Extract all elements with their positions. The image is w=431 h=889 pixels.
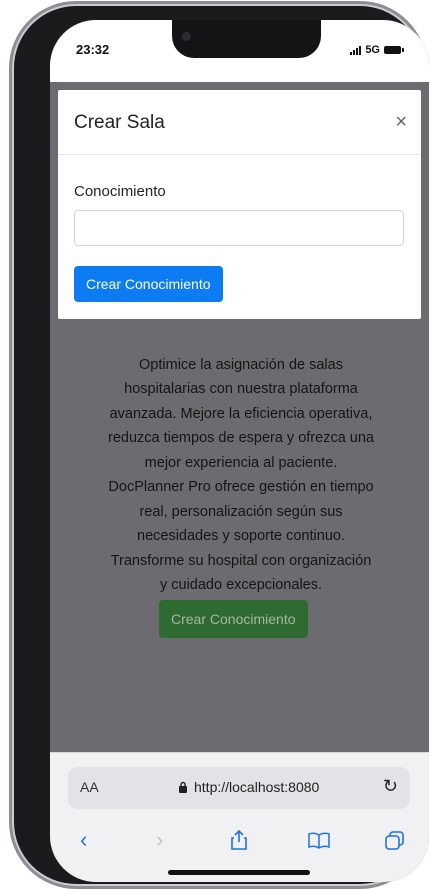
status-bar: 23:32 5G — [50, 20, 429, 82]
battery-icon — [384, 46, 404, 54]
notch — [172, 20, 321, 58]
url-text[interactable]: http://localhost:8080 — [194, 779, 319, 795]
phone-frame: 23:32 5G Crear Sala × Conocimiento Crear… — [14, 6, 429, 884]
knowledge-label: Conocimiento — [74, 183, 166, 200]
text-size-button[interactable]: AA — [80, 779, 99, 795]
network-status: 5G — [350, 44, 404, 56]
close-button[interactable]: × — [395, 112, 407, 132]
lock-icon — [179, 781, 187, 793]
network-label: 5G — [365, 44, 380, 56]
browser-toolbar: ‹ › — [50, 821, 429, 861]
status-time: 23:32 — [76, 42, 110, 57]
modal-header: Crear Sala × — [58, 90, 421, 155]
signal-icon — [350, 45, 362, 55]
description-text: Optimice la asignación de salas hospital… — [108, 356, 374, 594]
background-create-knowledge-button[interactable]: Crear Conocimiento — [159, 600, 308, 638]
browser-bar: AA http://localhost:8080 ↻ ‹ › — [50, 752, 429, 882]
address-bar[interactable]: AA http://localhost:8080 ↻ — [68, 767, 410, 809]
tabs-icon[interactable] — [385, 831, 405, 851]
share-icon[interactable] — [230, 829, 248, 851]
knowledge-input[interactable] — [74, 210, 404, 246]
create-room-modal: Crear Sala × Conocimiento Crear Conocimi… — [58, 90, 421, 319]
forward-icon[interactable]: › — [156, 827, 163, 853]
create-knowledge-button[interactable]: Crear Conocimiento — [74, 266, 223, 302]
back-icon[interactable]: ‹ — [80, 827, 87, 853]
reload-icon[interactable]: ↻ — [383, 776, 398, 797]
home-indicator — [168, 870, 310, 875]
phone-screen: 23:32 5G Crear Sala × Conocimiento Crear… — [50, 20, 429, 882]
bookmarks-icon[interactable] — [308, 831, 330, 849]
camera-icon — [182, 32, 191, 41]
modal-title: Crear Sala — [74, 112, 165, 133]
